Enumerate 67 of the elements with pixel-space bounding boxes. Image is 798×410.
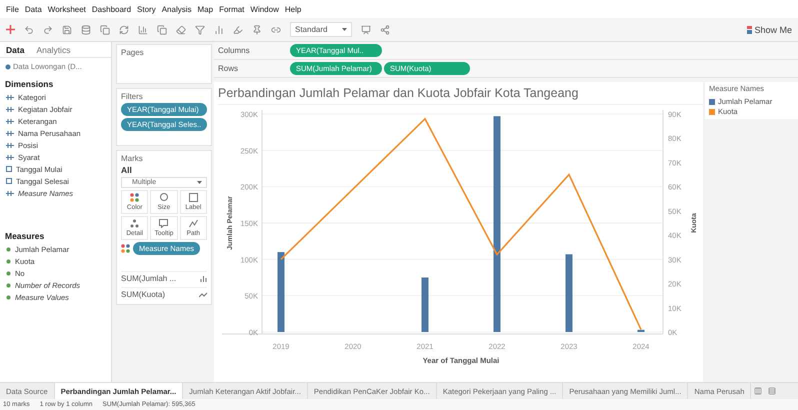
line-chart-icon	[199, 292, 207, 298]
measure-icon	[6, 282, 11, 288]
menu-item[interactable]: Map	[198, 4, 214, 14]
logo-icon[interactable]	[6, 25, 15, 34]
color-dots-icon	[130, 193, 140, 202]
detail-icon	[130, 219, 140, 228]
menu-item[interactable]: Story	[137, 4, 156, 14]
fit-dropdown[interactable]: Standard	[290, 22, 352, 37]
pane-tab[interactable]: Data	[0, 44, 30, 54]
path-icon	[188, 219, 198, 228]
string-field-icon	[6, 118, 14, 124]
chart-title: Perbandingan Jumlah Pelamar dan Kuota Jobfair Kota Tangeang	[218, 86, 703, 105]
tooltip-icon	[159, 219, 168, 228]
bar-chart-icon	[747, 26, 752, 34]
section-title: Dimensions	[4, 78, 54, 91]
link-icon[interactable]	[271, 24, 281, 34]
database-icon	[5, 64, 11, 70]
pin-icon[interactable]	[252, 24, 262, 34]
presentation-icon[interactable]	[361, 24, 371, 34]
menu-item[interactable]: Window	[250, 4, 279, 14]
menu-item[interactable]: Dashboard	[92, 4, 132, 14]
card-title: Filters	[121, 92, 144, 101]
shelf-label: Columns	[217, 46, 251, 55]
highlighter-icon[interactable]	[233, 24, 243, 34]
show-me-button[interactable]: Show Me	[747, 24, 792, 34]
menu-item[interactable]: Worksheet	[48, 4, 86, 14]
bar-chart-icon	[200, 276, 207, 282]
pane-tab[interactable]: Analytics	[30, 44, 76, 54]
mark-card-header[interactable]: SUM(Kuota)	[121, 287, 207, 301]
refresh-icon[interactable]	[119, 24, 129, 34]
mark-card-header[interactable]: SUM(Jumlah ...	[121, 271, 207, 285]
clear-icon[interactable]	[176, 24, 186, 34]
string-field-icon	[6, 154, 14, 160]
label-icon	[188, 193, 198, 202]
menu-item[interactable]: Data	[24, 4, 42, 14]
measure-icon	[6, 258, 11, 264]
save-icon[interactable]	[62, 24, 72, 34]
string-field-icon	[6, 94, 14, 100]
bar	[422, 278, 428, 332]
menu-item[interactable]: Help	[284, 4, 302, 14]
measure-icon	[6, 246, 11, 252]
card-title: Marks	[121, 154, 144, 163]
shelf-label: Rows	[217, 64, 240, 73]
string-field-icon	[6, 130, 14, 136]
card-title: Pages	[121, 48, 145, 57]
menu-item[interactable]: Analysis	[162, 4, 192, 14]
duplicate-icon[interactable]	[157, 24, 167, 34]
caret-icon	[342, 28, 347, 31]
string-field-icon	[6, 142, 14, 148]
marks-all-header[interactable]: All	[121, 165, 207, 175]
database-icon[interactable]	[81, 24, 91, 34]
measure-icon	[6, 294, 11, 300]
color-dots-icon	[121, 244, 130, 253]
measure-icon	[6, 270, 11, 276]
menu-item[interactable]: File	[6, 4, 19, 14]
undo-icon[interactable]	[24, 24, 34, 34]
size-icon	[159, 193, 168, 202]
chart-icon[interactable]	[138, 24, 148, 34]
caret-icon	[197, 181, 202, 184]
section-title: Measures	[4, 230, 46, 243]
string-field-icon	[6, 190, 14, 196]
share-icon[interactable]	[380, 24, 390, 34]
bar	[638, 330, 644, 332]
menu-item[interactable]: Format	[219, 4, 244, 14]
string-field-icon	[6, 106, 14, 112]
filter-icon[interactable]	[195, 24, 205, 34]
redo-icon[interactable]	[43, 24, 53, 34]
